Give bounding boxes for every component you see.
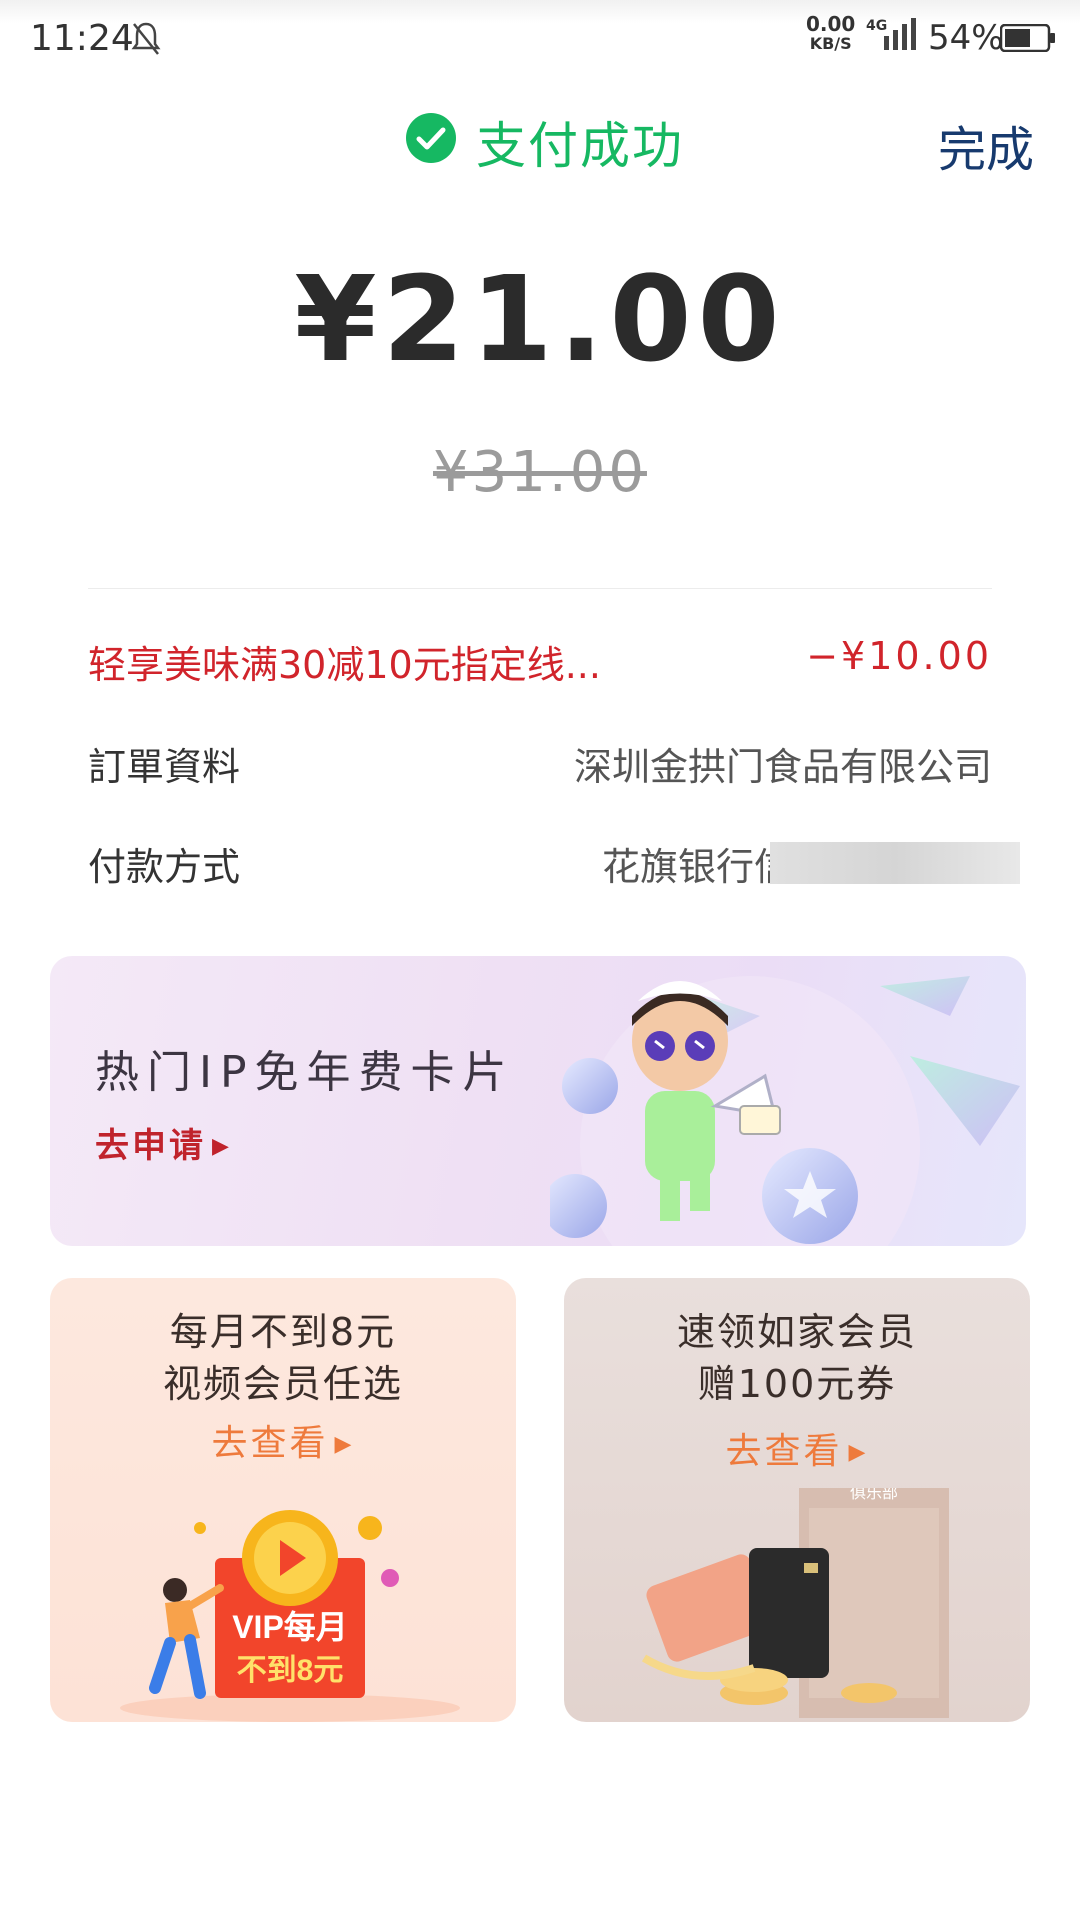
banner-cta-label: 去申请 [95, 1126, 206, 1166]
divider [88, 588, 992, 589]
mascot-illustration [550, 976, 1020, 1246]
hotel-member-card[interactable]: 速领如家会员 赠100元券 去查看 ▶ 俱乐部 [564, 1278, 1030, 1722]
original-amount: ¥31.00 [433, 440, 647, 505]
muted-bell-icon [131, 22, 161, 55]
paid-amount: ¥21.00 [294, 250, 786, 388]
art-brand-text: 俱乐部 [850, 1488, 898, 1502]
card-cta-label: 去查看 [211, 1423, 329, 1464]
art-line-1: VIP每月 [232, 1609, 348, 1645]
done-button[interactable]: 完成 [938, 110, 1034, 180]
battery-icon [1000, 24, 1055, 52]
battery-percent: 54% [928, 18, 1004, 58]
network-speed-value: 0.00 [806, 12, 856, 36]
signal-icon [884, 18, 916, 50]
card-line-2: 视频会员任选 [162, 1362, 403, 1406]
art-line-2: 不到8元 [237, 1654, 344, 1687]
header: 支付成功 完成 [0, 96, 1080, 186]
payment-method-value: 花旗银行信 [602, 845, 793, 889]
merchant-name: 深圳金拱门食品有限公司 [573, 745, 992, 789]
triangle-right-icon: ▶ [334, 1432, 355, 1457]
banner-apply-link[interactable]: 去申请 ▶ [95, 1118, 232, 1167]
check-circle-icon [406, 113, 456, 163]
redacted-card-number [770, 842, 1020, 884]
card-cta-label: 去查看 [725, 1431, 843, 1472]
payment-method-label: 付款方式 [88, 845, 241, 889]
card-line-1: 速领如家会员 [676, 1310, 917, 1354]
discount-row[interactable]: 轻享美味满30减10元指定线... −¥10.00 [88, 634, 992, 694]
hotel-member-view-link[interactable]: 去查看 ▶ [564, 1422, 1030, 1474]
video-vip-card[interactable]: 每月不到8元 视频会员任选 去查看 ▶ VIP每月 不到8元 [50, 1278, 516, 1722]
network-speed: 0.00 KB/S [806, 14, 855, 54]
status-bar: 11:24 0.00 KB/S 4G 54% [0, 0, 1080, 78]
video-vip-view-link[interactable]: 去查看 ▶ [50, 1414, 516, 1466]
order-info-row[interactable]: 訂單資料 深圳金拱门食品有限公司 [88, 736, 992, 796]
network-speed-unit: KB/S [809, 34, 852, 53]
triangle-right-icon: ▶ [848, 1440, 869, 1465]
discount-value: −¥10.00 [806, 634, 992, 678]
promo-banner[interactable]: 热门IP免年费卡片 去申请 ▶ [50, 956, 1026, 1246]
card-text: 每月不到8元 视频会员任选 去查看 ▶ [50, 1306, 516, 1466]
member-cards-illustration: 俱乐部 [641, 1488, 949, 1718]
triangle-right-icon: ▶ [212, 1134, 232, 1159]
page-title: 支付成功 [476, 117, 684, 175]
discount-label: 轻享美味满30减10元指定线... [88, 643, 601, 687]
card-text: 速领如家会员 赠100元券 去查看 ▶ [564, 1306, 1030, 1474]
banner-title: 热门IP免年费卡片 [95, 1047, 515, 1098]
card-line-1: 每月不到8元 [169, 1310, 397, 1354]
card-line-2: 赠100元券 [697, 1362, 897, 1406]
status-time: 11:24 [30, 18, 134, 59]
vip-red-envelope-illustration: VIP每月 不到8元 [120, 1510, 460, 1722]
order-info-label: 訂單資料 [88, 745, 241, 789]
